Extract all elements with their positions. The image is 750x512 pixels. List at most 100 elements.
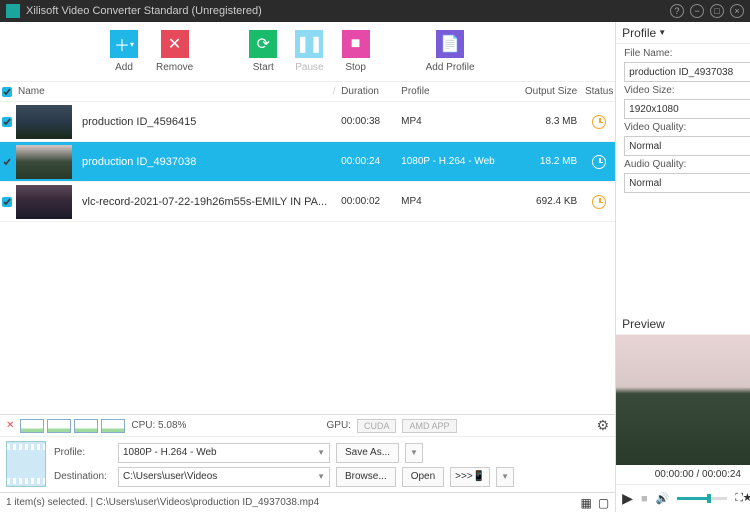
add-profile-button[interactable]: 📄 Add Profile [426, 30, 475, 73]
open-button[interactable]: Open [402, 467, 444, 487]
row-size: 692.4 KB [511, 196, 583, 207]
thumbnail [16, 105, 72, 139]
row-duration: 00:00:38 [341, 116, 401, 127]
col-name[interactable]: Name [14, 86, 327, 97]
row-size: 18.2 MB [511, 156, 583, 167]
thumbnail [16, 145, 72, 179]
stats-bar: ✕ CPU: 5.08% GPU: CUDA AMD APP ⚙ [0, 414, 615, 436]
x-icon: ✕ [161, 30, 189, 58]
row-status [583, 115, 615, 129]
gear-icon[interactable]: ⚙ [597, 417, 610, 434]
row-checkbox[interactable] [0, 157, 14, 167]
destination-label: Destination: [54, 471, 112, 482]
col-status[interactable]: Status [583, 86, 615, 97]
col-output-size[interactable]: Output Size [511, 86, 583, 97]
clock-icon [592, 115, 606, 129]
column-headers: Name / Duration Profile Output Size Stat… [0, 82, 615, 102]
row-profile: 1080P - H.264 - Web [401, 156, 511, 167]
save-as-button[interactable]: Save As... [336, 443, 399, 463]
row-profile: MP4 [401, 196, 511, 207]
select-all-checkbox[interactable] [0, 87, 14, 97]
audio-quality-label: Audio Quality: [624, 159, 750, 170]
app-icon [6, 4, 20, 18]
thumbnail [16, 185, 72, 219]
clock-icon [592, 195, 606, 209]
help-button[interactable]: ? [670, 4, 684, 18]
profile-label: Profile: [54, 447, 112, 458]
remove-button[interactable]: ✕ Remove [156, 30, 193, 73]
video-size-select[interactable]: 1920x1080▼ [624, 99, 750, 119]
volume-slider[interactable] [677, 497, 727, 500]
player-stop-button[interactable]: ■ [641, 493, 648, 505]
plus-icon: ＋▾ [110, 30, 138, 58]
browse-button[interactable]: Browse... [336, 467, 396, 487]
play-button[interactable]: ▶ [622, 490, 633, 507]
stop-icon: ■ [342, 30, 370, 58]
cpu-graphs [20, 419, 125, 433]
video-quality-label: Video Quality: [624, 122, 750, 133]
maximize-button[interactable]: □ [710, 4, 724, 18]
pause-icon: ❚❚ [295, 30, 323, 58]
row-size: 8.3 MB [511, 116, 583, 127]
row-name: production ID_4596415 [72, 116, 327, 128]
profile-properties: File Name: production ID_4937038 Video S… [616, 44, 750, 197]
status-text: 1 item(s) selected. | C:\Users\user\Vide… [6, 497, 319, 508]
film-icon [6, 441, 46, 487]
window-buttons: ? − □ × [670, 4, 744, 18]
fullscreen-icon[interactable]: ⛶★ [735, 492, 750, 505]
col-duration[interactable]: Duration [341, 86, 401, 97]
volume-icon[interactable]: 🔊 [656, 492, 670, 505]
gpu-label: GPU: [327, 420, 351, 431]
audio-quality-select[interactable]: Normal▼ [624, 173, 750, 193]
row-status [583, 155, 615, 169]
window-title: Xilisoft Video Converter Standard (Unreg… [26, 5, 670, 17]
refresh-icon: ⟳ [249, 30, 277, 58]
video-size-label: Video Size: [624, 85, 750, 96]
table-row[interactable]: production ID_4596415 00:00:38 MP4 8.3 M… [0, 102, 615, 142]
grid-view-icon[interactable]: ▢ [598, 496, 609, 510]
video-quality-select[interactable]: Normal▼ [624, 136, 750, 156]
destination-select[interactable]: C:\Users\user\Videos▼ [118, 467, 330, 487]
preview-viewport[interactable] [616, 335, 750, 465]
row-status [583, 195, 615, 209]
row-name: vlc-record-2021-07-22-19h26m55s-EMILY IN… [72, 196, 327, 208]
profile-panel-header[interactable]: Profile▼ ⛶ [616, 22, 750, 44]
document-plus-icon: 📄 [436, 30, 464, 58]
row-checkbox[interactable] [0, 117, 14, 127]
list-view-icon[interactable]: ▦ [580, 496, 591, 510]
stop-button[interactable]: ■ Stop [342, 30, 370, 73]
row-checkbox[interactable] [0, 197, 14, 207]
export-button[interactable]: >>>📱 [450, 467, 490, 487]
add-button[interactable]: ＋▾ Add [110, 30, 138, 73]
titlebar: Xilisoft Video Converter Standard (Unreg… [0, 0, 750, 22]
row-profile: MP4 [401, 116, 511, 127]
start-button[interactable]: ⟳ Start [249, 30, 277, 73]
close-stats-icon[interactable]: ✕ [6, 420, 14, 431]
pause-button[interactable]: ❚❚ Pause [295, 30, 323, 73]
table-row[interactable]: vlc-record-2021-07-22-19h26m55s-EMILY IN… [0, 182, 615, 222]
close-button[interactable]: × [730, 4, 744, 18]
file-list: production ID_4596415 00:00:38 MP4 8.3 M… [0, 102, 615, 414]
row-duration: 00:00:24 [341, 156, 401, 167]
col-profile[interactable]: Profile [401, 86, 511, 97]
cpu-label: CPU: 5.08% [131, 420, 186, 431]
minimize-button[interactable]: − [690, 4, 704, 18]
cuda-button[interactable]: CUDA [357, 419, 397, 433]
export-dropdown[interactable]: ▼ [496, 467, 514, 487]
row-duration: 00:00:02 [341, 196, 401, 207]
table-row[interactable]: production ID_4937038 00:00:24 1080P - H… [0, 142, 615, 182]
destination-bar: Profile: 1080P - H.264 - Web▼ Save As...… [0, 436, 615, 492]
file-name-label: File Name: [624, 48, 750, 59]
row-name: production ID_4937038 [72, 156, 327, 168]
preview-time: 00:00:00 / 00:00:24 [616, 465, 750, 484]
player-controls: ▶ ■ 🔊 ⛶★ 📷 [616, 484, 750, 512]
profile-select[interactable]: 1080P - H.264 - Web▼ [118, 443, 330, 463]
toolbar: ＋▾ Add ✕ Remove ⟳ Start ❚❚ Pause ■ Stop [0, 22, 615, 82]
save-as-dropdown[interactable]: ▼ [405, 443, 423, 463]
preview-panel-header: Preview ⛶ [616, 313, 750, 335]
col-separator: / [327, 86, 341, 97]
amd-button[interactable]: AMD APP [402, 419, 456, 433]
clock-icon [592, 155, 606, 169]
status-bar: 1 item(s) selected. | C:\Users\user\Vide… [0, 492, 615, 512]
file-name-input[interactable]: production ID_4937038 [624, 62, 750, 82]
